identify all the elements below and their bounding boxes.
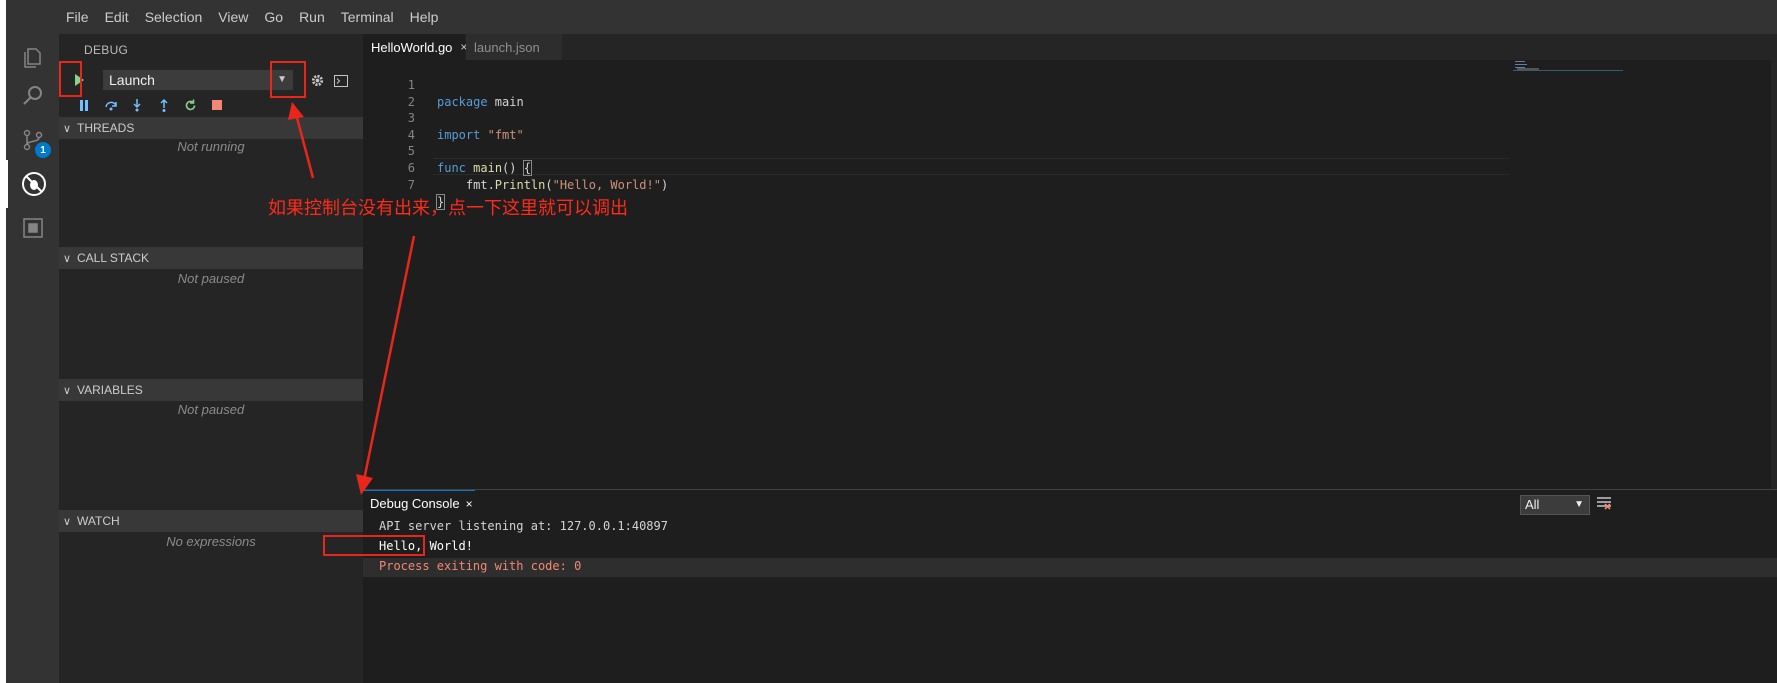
menu-file[interactable]: File bbox=[66, 9, 89, 25]
code-line: 4 bbox=[407, 128, 415, 142]
debug-sidebar: DEBUG Launch ▼ ∨ THREADS Not running ∨ C… bbox=[59, 34, 363, 683]
code-line: 7 } bbox=[407, 178, 446, 210]
pause-icon[interactable] bbox=[71, 96, 98, 114]
tab-launch-json-label: launch.json bbox=[474, 39, 540, 55]
console-filter-value: All bbox=[1525, 497, 1540, 512]
call-stack-empty-text: Not paused bbox=[177, 271, 245, 286]
close-icon[interactable]: × bbox=[466, 497, 473, 511]
extensions-icon[interactable] bbox=[6, 204, 59, 252]
editor-tabs: HelloWorld.go × launch.json bbox=[363, 34, 1777, 60]
launch-config-value: Launch bbox=[109, 72, 155, 88]
chevron-down-icon: ∨ bbox=[63, 515, 72, 528]
menu-bar: File Edit Selection View Go Run Terminal… bbox=[6, 0, 1777, 34]
section-watch-label: WATCH bbox=[77, 514, 120, 528]
section-watch[interactable]: ∨ WATCH bbox=[59, 510, 363, 532]
minimap[interactable] bbox=[1513, 60, 1623, 80]
debug-icon[interactable] bbox=[6, 160, 59, 208]
console-output-line: Process exiting with code: 0 bbox=[379, 559, 582, 573]
menu-view[interactable]: View bbox=[218, 9, 248, 25]
annotation-text: 如果控制台没有出来，点一下这里就可以调出 bbox=[268, 198, 628, 218]
section-call-stack-label: CALL STACK bbox=[77, 251, 150, 265]
annotation-box-run bbox=[59, 61, 82, 97]
clear-console-icon[interactable] bbox=[1597, 496, 1613, 514]
code-line: 6 fmt.Println("Hello, World!") bbox=[407, 161, 669, 192]
tab-debug-console-label: Debug Console bbox=[370, 496, 460, 511]
restart-icon[interactable] bbox=[177, 96, 204, 114]
activity-bar: 1 bbox=[6, 34, 59, 683]
annotation-box-console-button bbox=[270, 61, 306, 98]
step-over-icon[interactable] bbox=[98, 96, 125, 114]
menu-selection[interactable]: Selection bbox=[145, 9, 203, 25]
stop-icon[interactable] bbox=[204, 96, 231, 114]
gear-icon[interactable] bbox=[307, 70, 327, 90]
chevron-down-icon: ∨ bbox=[63, 384, 72, 397]
step-out-icon[interactable] bbox=[151, 96, 178, 114]
code-line: 2 bbox=[407, 95, 415, 109]
console-icon bbox=[334, 75, 348, 87]
sidebar-title: DEBUG bbox=[84, 43, 129, 57]
menu-terminal[interactable]: Terminal bbox=[341, 9, 394, 25]
code-line-6: fmt.Println("Hello, World!") bbox=[437, 178, 669, 192]
search-icon[interactable] bbox=[6, 72, 59, 120]
code-line: 1 package main bbox=[407, 78, 524, 109]
editor-scrollbar[interactable] bbox=[1771, 60, 1777, 489]
section-threads[interactable]: ∨ THREADS bbox=[59, 117, 363, 139]
variables-empty-text: Not paused bbox=[177, 402, 245, 417]
threads-empty-text: Not running bbox=[177, 139, 245, 154]
section-variables[interactable]: ∨ VARIABLES bbox=[59, 379, 363, 401]
chevron-down-icon: ▼ bbox=[1574, 499, 1584, 510]
chevron-down-icon: ∨ bbox=[63, 252, 72, 265]
open-debug-console-button[interactable] bbox=[327, 69, 355, 93]
menu-edit[interactable]: Edit bbox=[105, 9, 129, 25]
menu-run[interactable]: Run bbox=[299, 9, 325, 25]
debug-console-panel: Debug Console × All ▼ API server listenin… bbox=[363, 489, 1777, 683]
code-line: 3 import "fmt" bbox=[407, 111, 524, 142]
section-call-stack[interactable]: ∨ CALL STACK bbox=[59, 247, 363, 269]
watch-empty-text: No expressions bbox=[166, 534, 256, 549]
tab-launch-json[interactable]: launch.json bbox=[466, 34, 562, 60]
panel-tab-indicator bbox=[363, 490, 475, 491]
code-line: 5 func main() { bbox=[407, 144, 533, 176]
annotation-box-hello-output bbox=[323, 535, 425, 556]
launch-config-select[interactable]: Launch ▼ bbox=[103, 70, 293, 90]
menu-help[interactable]: Help bbox=[410, 9, 439, 25]
section-threads-label: THREADS bbox=[77, 121, 135, 135]
chevron-down-icon: ∨ bbox=[63, 122, 72, 135]
step-into-icon[interactable] bbox=[124, 96, 151, 114]
tab-helloworld-go[interactable]: HelloWorld.go × bbox=[363, 34, 467, 60]
code-editor[interactable]: 1 package main 2 3 import "fmt" 4 5 func… bbox=[363, 60, 1777, 489]
menu-go[interactable]: Go bbox=[264, 9, 283, 25]
debug-toolbar bbox=[71, 96, 230, 114]
tab-helloworld-go-label: HelloWorld.go bbox=[371, 39, 453, 55]
console-output-line: API server listening at: 127.0.0.1:40897 bbox=[379, 519, 668, 533]
section-variables-label: VARIABLES bbox=[77, 383, 143, 397]
source-control-icon[interactable]: 1 bbox=[6, 116, 59, 164]
console-filter-select[interactable]: All ▼ bbox=[1520, 495, 1590, 515]
scm-badge: 1 bbox=[35, 142, 51, 158]
vscode-window: File Edit Selection View Go Run Terminal… bbox=[6, 0, 1777, 683]
tab-debug-console[interactable]: Debug Console × bbox=[370, 496, 473, 511]
